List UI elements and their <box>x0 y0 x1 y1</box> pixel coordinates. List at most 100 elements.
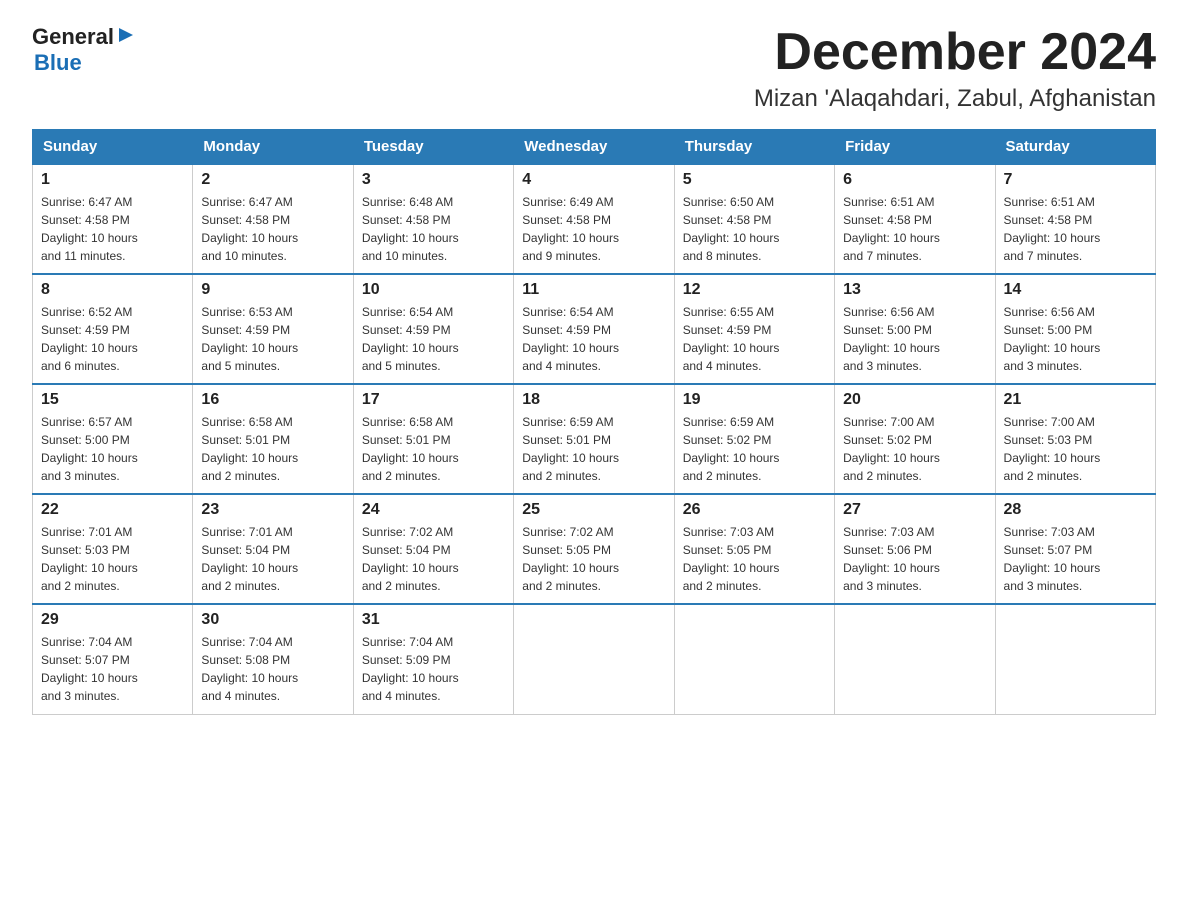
day-info: Sunrise: 7:00 AM Sunset: 5:02 PM Dayligh… <box>843 413 986 485</box>
col-wednesday: Wednesday <box>514 130 674 165</box>
day-info: Sunrise: 6:59 AM Sunset: 5:01 PM Dayligh… <box>522 413 665 485</box>
day-number: 14 <box>1004 281 1147 299</box>
table-row: 12 Sunrise: 6:55 AM Sunset: 4:59 PM Dayl… <box>674 274 834 384</box>
table-row: 28 Sunrise: 7:03 AM Sunset: 5:07 PM Dayl… <box>995 494 1155 604</box>
day-info: Sunrise: 6:54 AM Sunset: 4:59 PM Dayligh… <box>522 303 665 375</box>
day-number: 6 <box>843 171 986 189</box>
table-row: 30 Sunrise: 7:04 AM Sunset: 5:08 PM Dayl… <box>193 604 353 714</box>
logo-blue-text: Blue <box>34 50 82 75</box>
day-info: Sunrise: 7:04 AM Sunset: 5:09 PM Dayligh… <box>362 633 505 705</box>
table-row <box>514 604 674 714</box>
table-row <box>995 604 1155 714</box>
calendar-week-row: 8 Sunrise: 6:52 AM Sunset: 4:59 PM Dayli… <box>33 274 1156 384</box>
day-number: 25 <box>522 501 665 519</box>
table-row <box>835 604 995 714</box>
day-number: 29 <box>41 611 184 629</box>
day-number: 22 <box>41 501 184 519</box>
day-info: Sunrise: 6:48 AM Sunset: 4:58 PM Dayligh… <box>362 193 505 265</box>
day-info: Sunrise: 6:51 AM Sunset: 4:58 PM Dayligh… <box>843 193 986 265</box>
day-number: 8 <box>41 281 184 299</box>
calendar-title: December 2024 <box>754 24 1156 81</box>
col-friday: Friday <box>835 130 995 165</box>
table-row: 29 Sunrise: 7:04 AM Sunset: 5:07 PM Dayl… <box>33 604 193 714</box>
table-row: 7 Sunrise: 6:51 AM Sunset: 4:58 PM Dayli… <box>995 164 1155 274</box>
day-info: Sunrise: 6:56 AM Sunset: 5:00 PM Dayligh… <box>843 303 986 375</box>
logo: General Blue <box>32 24 135 76</box>
day-info: Sunrise: 7:02 AM Sunset: 5:04 PM Dayligh… <box>362 523 505 595</box>
day-info: Sunrise: 6:56 AM Sunset: 5:00 PM Dayligh… <box>1004 303 1147 375</box>
day-number: 13 <box>843 281 986 299</box>
day-number: 27 <box>843 501 986 519</box>
table-row: 24 Sunrise: 7:02 AM Sunset: 5:04 PM Dayl… <box>353 494 513 604</box>
day-number: 24 <box>362 501 505 519</box>
table-row: 14 Sunrise: 6:56 AM Sunset: 5:00 PM Dayl… <box>995 274 1155 384</box>
table-row: 25 Sunrise: 7:02 AM Sunset: 5:05 PM Dayl… <box>514 494 674 604</box>
day-number: 15 <box>41 391 184 409</box>
day-number: 2 <box>201 171 344 189</box>
day-info: Sunrise: 6:47 AM Sunset: 4:58 PM Dayligh… <box>201 193 344 265</box>
day-info: Sunrise: 6:53 AM Sunset: 4:59 PM Dayligh… <box>201 303 344 375</box>
day-info: Sunrise: 7:01 AM Sunset: 5:04 PM Dayligh… <box>201 523 344 595</box>
day-number: 12 <box>683 281 826 299</box>
table-row: 19 Sunrise: 6:59 AM Sunset: 5:02 PM Dayl… <box>674 384 834 494</box>
day-info: Sunrise: 6:59 AM Sunset: 5:02 PM Dayligh… <box>683 413 826 485</box>
table-row: 27 Sunrise: 7:03 AM Sunset: 5:06 PM Dayl… <box>835 494 995 604</box>
day-info: Sunrise: 7:04 AM Sunset: 5:07 PM Dayligh… <box>41 633 184 705</box>
day-info: Sunrise: 6:57 AM Sunset: 5:00 PM Dayligh… <box>41 413 184 485</box>
table-row <box>674 604 834 714</box>
table-row: 13 Sunrise: 6:56 AM Sunset: 5:00 PM Dayl… <box>835 274 995 384</box>
day-number: 7 <box>1004 171 1147 189</box>
day-info: Sunrise: 7:01 AM Sunset: 5:03 PM Dayligh… <box>41 523 184 595</box>
day-info: Sunrise: 6:49 AM Sunset: 4:58 PM Dayligh… <box>522 193 665 265</box>
calendar-week-row: 15 Sunrise: 6:57 AM Sunset: 5:00 PM Dayl… <box>33 384 1156 494</box>
day-number: 4 <box>522 171 665 189</box>
col-monday: Monday <box>193 130 353 165</box>
calendar-week-row: 1 Sunrise: 6:47 AM Sunset: 4:58 PM Dayli… <box>33 164 1156 274</box>
day-info: Sunrise: 6:55 AM Sunset: 4:59 PM Dayligh… <box>683 303 826 375</box>
table-row: 18 Sunrise: 6:59 AM Sunset: 5:01 PM Dayl… <box>514 384 674 494</box>
logo-arrow-icon <box>117 26 135 49</box>
calendar-table: Sunday Monday Tuesday Wednesday Thursday… <box>32 129 1156 715</box>
calendar-header-row: Sunday Monday Tuesday Wednesday Thursday… <box>33 130 1156 165</box>
day-info: Sunrise: 7:03 AM Sunset: 5:06 PM Dayligh… <box>843 523 986 595</box>
day-number: 30 <box>201 611 344 629</box>
table-row: 9 Sunrise: 6:53 AM Sunset: 4:59 PM Dayli… <box>193 274 353 384</box>
table-row: 17 Sunrise: 6:58 AM Sunset: 5:01 PM Dayl… <box>353 384 513 494</box>
day-number: 3 <box>362 171 505 189</box>
title-block: December 2024 Mizan 'Alaqahdari, Zabul, … <box>754 24 1156 113</box>
day-number: 5 <box>683 171 826 189</box>
day-number: 19 <box>683 391 826 409</box>
day-info: Sunrise: 7:02 AM Sunset: 5:05 PM Dayligh… <box>522 523 665 595</box>
day-info: Sunrise: 7:00 AM Sunset: 5:03 PM Dayligh… <box>1004 413 1147 485</box>
col-tuesday: Tuesday <box>353 130 513 165</box>
day-number: 21 <box>1004 391 1147 409</box>
table-row: 2 Sunrise: 6:47 AM Sunset: 4:58 PM Dayli… <box>193 164 353 274</box>
day-info: Sunrise: 7:04 AM Sunset: 5:08 PM Dayligh… <box>201 633 344 705</box>
table-row: 4 Sunrise: 6:49 AM Sunset: 4:58 PM Dayli… <box>514 164 674 274</box>
day-info: Sunrise: 6:47 AM Sunset: 4:58 PM Dayligh… <box>41 193 184 265</box>
day-number: 10 <box>362 281 505 299</box>
col-saturday: Saturday <box>995 130 1155 165</box>
day-number: 28 <box>1004 501 1147 519</box>
day-number: 11 <box>522 281 665 299</box>
table-row: 10 Sunrise: 6:54 AM Sunset: 4:59 PM Dayl… <box>353 274 513 384</box>
day-info: Sunrise: 7:03 AM Sunset: 5:07 PM Dayligh… <box>1004 523 1147 595</box>
calendar-subtitle: Mizan 'Alaqahdari, Zabul, Afghanistan <box>754 85 1156 113</box>
day-info: Sunrise: 6:58 AM Sunset: 5:01 PM Dayligh… <box>201 413 344 485</box>
day-info: Sunrise: 6:50 AM Sunset: 4:58 PM Dayligh… <box>683 193 826 265</box>
table-row: 8 Sunrise: 6:52 AM Sunset: 4:59 PM Dayli… <box>33 274 193 384</box>
table-row: 1 Sunrise: 6:47 AM Sunset: 4:58 PM Dayli… <box>33 164 193 274</box>
table-row: 22 Sunrise: 7:01 AM Sunset: 5:03 PM Dayl… <box>33 494 193 604</box>
day-number: 16 <box>201 391 344 409</box>
page-header: General Blue December 2024 Mizan 'Alaqah… <box>32 24 1156 113</box>
logo-general-text: General <box>32 24 114 50</box>
table-row: 23 Sunrise: 7:01 AM Sunset: 5:04 PM Dayl… <box>193 494 353 604</box>
day-number: 17 <box>362 391 505 409</box>
day-info: Sunrise: 6:51 AM Sunset: 4:58 PM Dayligh… <box>1004 193 1147 265</box>
day-number: 20 <box>843 391 986 409</box>
table-row: 11 Sunrise: 6:54 AM Sunset: 4:59 PM Dayl… <box>514 274 674 384</box>
day-info: Sunrise: 6:58 AM Sunset: 5:01 PM Dayligh… <box>362 413 505 485</box>
table-row: 26 Sunrise: 7:03 AM Sunset: 5:05 PM Dayl… <box>674 494 834 604</box>
table-row: 16 Sunrise: 6:58 AM Sunset: 5:01 PM Dayl… <box>193 384 353 494</box>
table-row: 5 Sunrise: 6:50 AM Sunset: 4:58 PM Dayli… <box>674 164 834 274</box>
